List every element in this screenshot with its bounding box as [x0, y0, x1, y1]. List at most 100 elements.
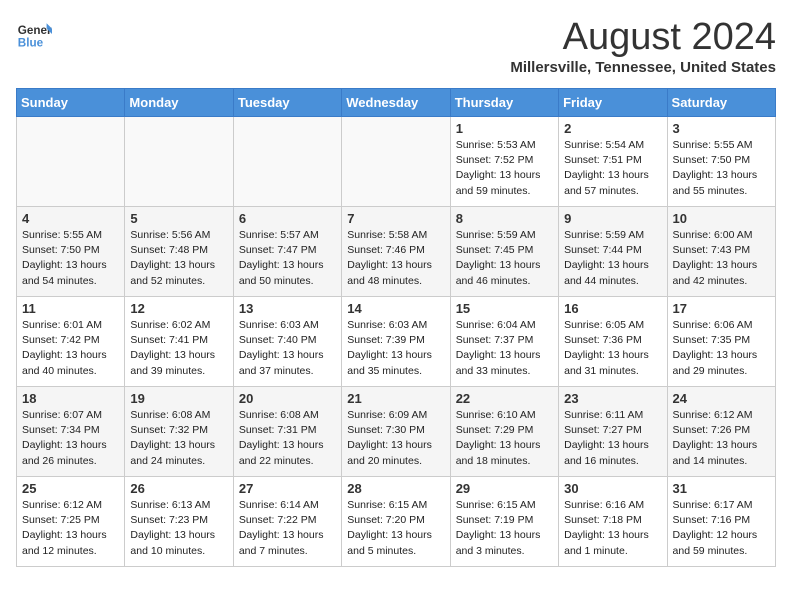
day-number: 8 — [456, 211, 553, 226]
day-number: 4 — [22, 211, 119, 226]
day-info: Sunrise: 6:12 AM Sunset: 7:26 PM Dayligh… — [673, 408, 770, 469]
table-row: 2Sunrise: 5:54 AM Sunset: 7:51 PM Daylig… — [559, 117, 667, 207]
day-number: 31 — [673, 481, 770, 496]
day-number: 11 — [22, 301, 119, 316]
calendar-header-row: Sunday Monday Tuesday Wednesday Thursday… — [17, 89, 776, 117]
day-info: Sunrise: 6:07 AM Sunset: 7:34 PM Dayligh… — [22, 408, 119, 469]
day-info: Sunrise: 5:57 AM Sunset: 7:47 PM Dayligh… — [239, 228, 336, 289]
day-info: Sunrise: 6:15 AM Sunset: 7:19 PM Dayligh… — [456, 498, 553, 559]
day-info: Sunrise: 6:03 AM Sunset: 7:40 PM Dayligh… — [239, 318, 336, 379]
table-row: 16 Sunrise: 6:05 AM Sunset: 7:36 PM Dayli… — [559, 297, 667, 387]
table-row: 22 Sunrise: 6:10 AM Sunset: 7:29 PM Dayli… — [450, 387, 558, 477]
day-info: Sunrise: 6:14 AM Sunset: 7:22 PM Dayligh… — [239, 498, 336, 559]
table-row: 21Sunrise: 6:09 AM Sunset: 7:30 PM Dayli… — [342, 387, 450, 477]
day-info: Sunrise: 6:00 AM Sunset: 7:43 PM Dayligh… — [673, 228, 770, 289]
day-number: 22 — [456, 391, 553, 406]
table-row: 25 Sunrise: 6:12 AM Sunset: 7:25 PM Dayli… — [17, 477, 125, 567]
day-info: Sunrise: 6:15 AM Sunset: 7:20 PM Dayligh… — [347, 498, 444, 559]
table-row: 12 Sunrise: 6:02 AM Sunset: 7:41 PM Dayli… — [125, 297, 233, 387]
table-row: 1Sunrise: 5:53 AM Sunset: 7:52 PM Daylig… — [450, 117, 558, 207]
header-sunday: Sunday — [17, 89, 125, 117]
day-number: 15 — [456, 301, 553, 316]
table-row: 9 Sunrise: 5:59 AM Sunset: 7:44 PM Daylig… — [559, 207, 667, 297]
day-number: 16 — [564, 301, 661, 316]
table-row: 28 Sunrise: 6:15 AM Sunset: 7:20 PM Dayli… — [342, 477, 450, 567]
day-number: 25 — [22, 481, 119, 496]
day-number: 13 — [239, 301, 336, 316]
day-info: Sunrise: 6:05 AM Sunset: 7:36 PM Dayligh… — [564, 318, 661, 379]
table-row: 5 Sunrise: 5:56 AM Sunset: 7:48 PM Daylig… — [125, 207, 233, 297]
table-row: 3Sunrise: 5:55 AM Sunset: 7:50 PM Daylig… — [667, 117, 775, 207]
header-wednesday: Wednesday — [342, 89, 450, 117]
calendar-title: August 2024 — [510, 16, 776, 59]
table-row: 4 Sunrise: 5:55 AM Sunset: 7:50 PM Daylig… — [17, 207, 125, 297]
day-info: Sunrise: 5:58 AM Sunset: 7:46 PM Dayligh… — [347, 228, 444, 289]
day-number: 9 — [564, 211, 661, 226]
day-number: 21 — [347, 391, 444, 406]
day-info: Sunrise: 6:11 AM Sunset: 7:27 PM Dayligh… — [564, 408, 661, 469]
calendar-week-row: 18 Sunrise: 6:07 AM Sunset: 7:34 PM Dayli… — [17, 387, 776, 477]
table-row: 14 Sunrise: 6:03 AM Sunset: 7:39 PM Dayli… — [342, 297, 450, 387]
day-number: 24 — [673, 391, 770, 406]
header-monday: Monday — [125, 89, 233, 117]
table-row: 24 Sunrise: 6:12 AM Sunset: 7:26 PM Dayli… — [667, 387, 775, 477]
table-row: 29 Sunrise: 6:15 AM Sunset: 7:19 PM Dayli… — [450, 477, 558, 567]
logo-icon: General Blue — [16, 16, 52, 52]
day-info: Sunrise: 5:54 AM Sunset: 7:51 PM Dayligh… — [564, 138, 661, 199]
day-info: Sunrise: 6:02 AM Sunset: 7:41 PM Dayligh… — [130, 318, 227, 379]
day-number: 26 — [130, 481, 227, 496]
table-row: 8Sunrise: 5:59 AM Sunset: 7:45 PM Daylig… — [450, 207, 558, 297]
table-row: 31 Sunrise: 6:17 AM Sunset: 7:16 PM Dayli… — [667, 477, 775, 567]
table-row: 7 Sunrise: 5:58 AM Sunset: 7:46 PM Daylig… — [342, 207, 450, 297]
table-row — [17, 117, 125, 207]
day-number: 23 — [564, 391, 661, 406]
table-row: 30 Sunrise: 6:16 AM Sunset: 7:18 PM Dayli… — [559, 477, 667, 567]
table-row: 13 Sunrise: 6:03 AM Sunset: 7:40 PM Dayli… — [233, 297, 341, 387]
page-header: General Blue August 2024 Millersville, T… — [16, 16, 776, 76]
header-friday: Friday — [559, 89, 667, 117]
day-number: 14 — [347, 301, 444, 316]
table-row: 26Sunrise: 6:13 AM Sunset: 7:23 PM Dayli… — [125, 477, 233, 567]
table-row: 15 Sunrise: 6:04 AM Sunset: 7:37 PM Dayli… — [450, 297, 558, 387]
table-row — [233, 117, 341, 207]
day-info: Sunrise: 6:04 AM Sunset: 7:37 PM Dayligh… — [456, 318, 553, 379]
day-number: 29 — [456, 481, 553, 496]
day-info: Sunrise: 6:16 AM Sunset: 7:18 PM Dayligh… — [564, 498, 661, 559]
table-row: 6 Sunrise: 5:57 AM Sunset: 7:47 PM Daylig… — [233, 207, 341, 297]
day-number: 6 — [239, 211, 336, 226]
title-section: August 2024 Millersville, Tennessee, Uni… — [510, 16, 776, 76]
day-number: 20 — [239, 391, 336, 406]
day-number: 18 — [22, 391, 119, 406]
table-row — [342, 117, 450, 207]
day-number: 1 — [456, 121, 553, 136]
day-info: Sunrise: 6:08 AM Sunset: 7:31 PM Dayligh… — [239, 408, 336, 469]
day-number: 28 — [347, 481, 444, 496]
day-number: 5 — [130, 211, 227, 226]
table-row: 23 Sunrise: 6:11 AM Sunset: 7:27 PM Dayli… — [559, 387, 667, 477]
day-info: Sunrise: 6:17 AM Sunset: 7:16 PM Dayligh… — [673, 498, 770, 559]
calendar-week-row: 4 Sunrise: 5:55 AM Sunset: 7:50 PM Daylig… — [17, 207, 776, 297]
table-row: 11 Sunrise: 6:01 AM Sunset: 7:42 PM Dayli… — [17, 297, 125, 387]
day-info: Sunrise: 5:56 AM Sunset: 7:48 PM Dayligh… — [130, 228, 227, 289]
logo: General Blue — [16, 16, 52, 52]
day-info: Sunrise: 6:12 AM Sunset: 7:25 PM Dayligh… — [22, 498, 119, 559]
calendar-week-row: 1Sunrise: 5:53 AM Sunset: 7:52 PM Daylig… — [17, 117, 776, 207]
day-info: Sunrise: 6:01 AM Sunset: 7:42 PM Dayligh… — [22, 318, 119, 379]
table-row: 20 Sunrise: 6:08 AM Sunset: 7:31 PM Dayli… — [233, 387, 341, 477]
day-info: Sunrise: 5:55 AM Sunset: 7:50 PM Dayligh… — [673, 138, 770, 199]
calendar-table: Sunday Monday Tuesday Wednesday Thursday… — [16, 88, 776, 567]
calendar-subtitle: Millersville, Tennessee, United States — [510, 59, 776, 76]
day-number: 27 — [239, 481, 336, 496]
day-info: Sunrise: 5:55 AM Sunset: 7:50 PM Dayligh… — [22, 228, 119, 289]
table-row — [125, 117, 233, 207]
day-info: Sunrise: 6:10 AM Sunset: 7:29 PM Dayligh… — [456, 408, 553, 469]
day-info: Sunrise: 6:06 AM Sunset: 7:35 PM Dayligh… — [673, 318, 770, 379]
day-number: 30 — [564, 481, 661, 496]
day-number: 7 — [347, 211, 444, 226]
table-row: 18 Sunrise: 6:07 AM Sunset: 7:34 PM Dayli… — [17, 387, 125, 477]
day-info: Sunrise: 5:59 AM Sunset: 7:44 PM Dayligh… — [564, 228, 661, 289]
day-info: Sunrise: 6:03 AM Sunset: 7:39 PM Dayligh… — [347, 318, 444, 379]
calendar-week-row: 11 Sunrise: 6:01 AM Sunset: 7:42 PM Dayli… — [17, 297, 776, 387]
day-number: 12 — [130, 301, 227, 316]
header-saturday: Saturday — [667, 89, 775, 117]
